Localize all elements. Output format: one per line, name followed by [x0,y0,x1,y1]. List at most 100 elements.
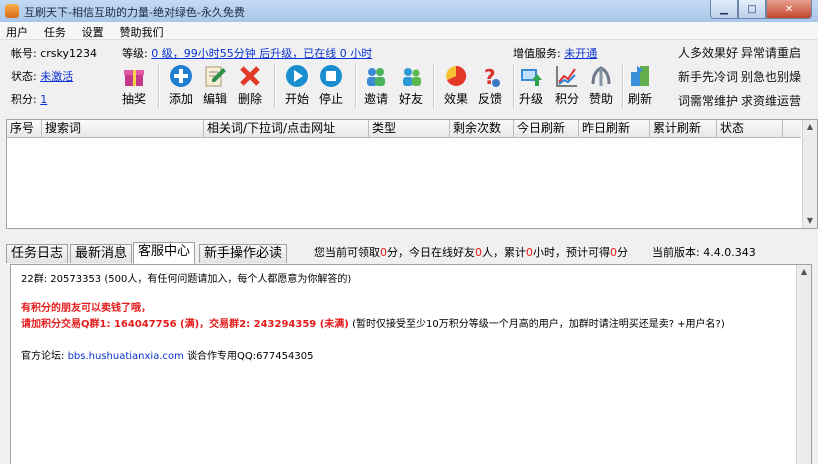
menu-settings[interactable]: 设置 [76,22,110,40]
menu-task[interactable]: 任务 [38,22,72,40]
panel-scrollbar[interactable]: ▲ [796,265,811,464]
account-value: crsky1234 [40,47,98,60]
tip-text: 别急也别燥 [741,70,802,84]
refresh-button[interactable]: 刷新 [620,64,660,107]
col-header-today[interactable]: 今日刷新 [514,120,579,137]
window-title: 互刷天下-相信互助的力量-绝对绿色-永久免费 [24,6,245,19]
minimize-button[interactable]: ▁ [710,0,738,19]
upgrade-label: 升级 [518,92,543,106]
tab-task-log[interactable]: 任务日志 [6,244,69,263]
tip-text: 求资维运营 [741,94,802,108]
table-scrollbar[interactable]: ▲ ▼ [802,120,817,228]
friends-label: 好友 [398,92,423,106]
tip-text: 人多效果好 [678,46,739,60]
vip-link[interactable]: 未开通 [564,47,597,60]
invite-button[interactable]: 邀请 [356,64,396,107]
toolbar-separator [274,64,276,108]
delete-x-icon [238,64,262,88]
lottery-button[interactable]: 抽奖 [114,64,154,107]
version-info: 当前版本: 4.4.0.343 [652,244,756,260]
tab-beginner-guide[interactable]: 新手操作必读 [199,244,288,263]
points-info: 积分: 1 [11,91,47,107]
stop-button[interactable]: 停止 [311,64,351,107]
lottery-label: 抽奖 [121,92,146,106]
chart-pie-icon [444,64,468,88]
delete-label: 删除 [237,92,262,106]
scroll-up-icon[interactable]: ▲ [803,120,817,134]
status-text: 您当前可领取 [314,246,380,259]
feedback-label: 反馈 [477,92,502,106]
scroll-up-icon[interactable]: ▲ [797,265,811,279]
points-link[interactable]: 1 [40,93,47,106]
feedback-button[interactable]: ? 反馈 [470,64,510,107]
help-question-icon: ? [478,64,502,89]
stop-label: 停止 [318,92,343,106]
status-text: 小时，预计可得 [533,246,610,259]
line-chart-icon [555,64,579,88]
forum-contact: 谈合作专用QQ:677454305 [187,351,314,362]
sponsor-button[interactable]: 赞助 [581,64,621,107]
tab-customer-service[interactable]: 客服中心 [133,242,196,264]
col-header-keyword[interactable]: 搜索词 [42,120,204,137]
version-value: 4.4.0.343 [703,246,756,259]
task-table[interactable]: 序号 搜索词 相关词/下拉词/点击网址 类型 剩余次数 今日刷新 昨日刷新 累计… [6,119,818,229]
menu-sponsor[interactable]: 赞助我们 [113,22,169,40]
status-text: 分 [617,246,628,259]
col-header-yesterday[interactable]: 昨日刷新 [579,120,650,137]
account-label: 帐号: [11,47,37,60]
maximize-button[interactable]: □ [738,0,766,19]
trade-group-line: 请加积分交易Q群1: 164047756 (满)，交易群2: 243294359… [21,315,725,330]
table-header: 序号 搜索词 相关词/下拉词/点击网址 类型 剩余次数 今日刷新 昨日刷新 累计… [7,120,801,138]
version-label: 当前版本: [652,246,700,259]
edit-label: 编辑 [202,92,227,106]
status-value: 0 [475,246,482,259]
sell-points-line: 有积分的朋友可以卖钱了哦， [21,303,151,314]
refresh-label: 刷新 [627,92,652,106]
col-header-related[interactable]: 相关词/下拉词/点击网址 [204,120,369,137]
level-label: 等级: [122,47,148,60]
forum-label: 官方论坛: [21,351,65,362]
col-header-remaining[interactable]: 剩余次数 [450,120,514,137]
delete-button[interactable]: 删除 [230,64,270,107]
forum-link[interactable]: bbs.hushuatianxia.com [68,351,184,362]
play-icon [285,64,309,88]
tip-text: 异常请重启 [741,46,802,60]
status-value: 0 [610,246,617,259]
menu-user[interactable]: 用户 [0,22,34,40]
status-value: 0 [526,246,533,259]
col-header-type[interactable]: 类型 [369,120,450,137]
users-invite-icon [364,64,388,88]
col-header-status[interactable]: 状态 [717,120,783,137]
vip-info: 增值服务: 未开通 [513,45,597,61]
sponsor-label: 赞助 [588,92,613,106]
level-link[interactable]: 0 级，99小时55分钟 后升级，已在线 0 小时 [151,47,372,60]
col-header-index[interactable]: 序号 [7,120,42,137]
col-header-total[interactable]: 累计刷新 [650,120,717,137]
upgrade-button[interactable]: 升级 [511,64,551,107]
close-button[interactable]: ✕ [766,0,812,19]
status-label: 状态: [11,70,37,83]
edit-button[interactable]: 编辑 [195,64,235,107]
app-icon [5,4,19,18]
status-info: 状态: 未激活 [11,68,73,84]
account-info: 帐号: crsky1234 [11,45,97,61]
refresh-icon [628,64,652,88]
upgrade-icon [519,64,543,88]
points-label: 积分: [11,93,37,106]
menu-bar: 用户 任务 设置 赞助我们 [0,22,818,40]
activate-link[interactable]: 未激活 [40,70,73,83]
tab-news[interactable]: 最新消息 [70,244,133,263]
gift-icon [122,64,146,88]
friends-icon [399,64,423,88]
toolbar-separator [158,64,160,108]
plus-circle-icon [169,64,193,88]
scroll-down-icon[interactable]: ▼ [803,214,817,228]
sponsor-icon [589,64,613,88]
forum-line: 官方论坛: bbs.hushuatianxia.com 谈合作专用QQ:6774… [21,347,313,362]
tip-text: 词需常维护 [678,94,739,108]
friends-button[interactable]: 好友 [391,64,431,107]
qq-group-line: 22群: 20573353 (500人，有任何问题请加入，每个人都愿意为你解答的… [21,274,352,285]
customer-service-panel[interactable]: 22群: 20573353 (500人，有任何问题请加入，每个人都愿意为你解答的… [10,264,812,464]
edit-icon [203,64,227,88]
title-bar: 互刷天下-相信互助的力量-绝对绿色-永久免费 ▁ □ ✕ [0,0,818,23]
